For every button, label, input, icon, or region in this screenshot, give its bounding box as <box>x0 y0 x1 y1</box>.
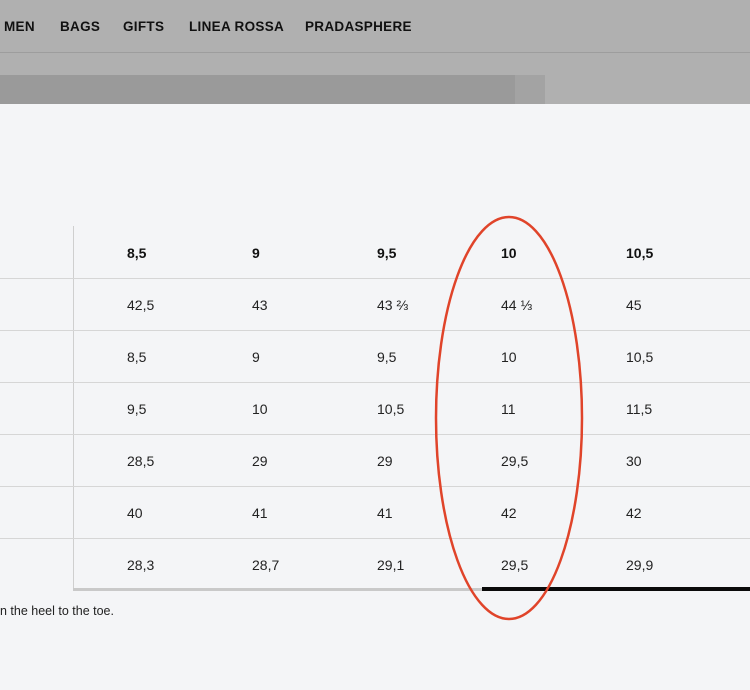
table-cell: 43 ⅔ <box>377 297 409 313</box>
table-row-divider <box>0 486 750 487</box>
table-cell: 11 <box>501 401 516 417</box>
table-header-cell: 9 <box>252 245 260 261</box>
table-cell: 28,3 <box>127 557 155 573</box>
table-cell: 30 <box>626 453 642 469</box>
table-cell: 41 <box>377 505 393 521</box>
size-conversion-table: 8,5 9 9,5 10 10,5 42,5 43 43 ⅔ 44 ⅓ 45 8… <box>0 226 750 596</box>
table-row-divider <box>0 434 750 435</box>
table-cell: 45 <box>626 297 642 313</box>
table-header-cell: 10 <box>501 245 517 261</box>
table-cell: 10,5 <box>626 349 654 365</box>
table-cell: 29,5 <box>501 557 529 573</box>
table-row-divider <box>0 330 750 331</box>
table-cell: 43 <box>252 297 268 313</box>
table-header-cell: 8,5 <box>127 245 147 261</box>
top-navigation: MEN BAGS GIFTS LINEA ROSSA PRADASPHERE <box>0 0 750 53</box>
table-cell: 10 <box>501 349 517 365</box>
table-cell: 8,5 <box>127 349 147 365</box>
table-cell: 28,5 <box>127 453 155 469</box>
table-row-divider <box>0 538 750 539</box>
measurement-footnote: n the heel to the toe. <box>0 604 114 618</box>
table-cell: 42,5 <box>127 297 155 313</box>
search-bar[interactable] <box>0 75 545 104</box>
table-cell: 29,9 <box>626 557 654 573</box>
table-cell: 42 <box>626 505 642 521</box>
table-cell: 42 <box>501 505 517 521</box>
table-cell: 40 <box>127 505 143 521</box>
table-row-divider <box>0 382 750 383</box>
nav-item-bags[interactable]: BAGS <box>60 19 100 34</box>
table-cell: 9,5 <box>377 349 397 365</box>
table-cell: 9 <box>252 349 260 365</box>
table-cell: 10 <box>252 401 268 417</box>
table-cell: 29,1 <box>377 557 405 573</box>
table-cell: 29 <box>377 453 393 469</box>
horizontal-scrollbar-thumb[interactable] <box>482 587 750 591</box>
table-cell: 29 <box>252 453 268 469</box>
table-column-divider <box>73 226 74 590</box>
table-cell: 9,5 <box>127 401 147 417</box>
table-cell: 11,5 <box>626 401 653 417</box>
horizontal-scrollbar-track[interactable] <box>73 588 482 591</box>
table-cell: 29,5 <box>501 453 529 469</box>
table-row-divider <box>0 278 750 279</box>
nav-item-men[interactable]: MEN <box>4 19 35 34</box>
nav-item-pradasphere[interactable]: PRADASPHERE <box>305 19 412 34</box>
table-cell: 44 ⅓ <box>501 297 533 313</box>
nav-item-gifts[interactable]: GIFTS <box>123 19 164 34</box>
table-cell: 41 <box>252 505 268 521</box>
table-header-cell: 9,5 <box>377 245 397 261</box>
table-cell: 10,5 <box>377 401 405 417</box>
nav-item-linea-rossa[interactable]: LINEA ROSSA <box>189 19 284 34</box>
search-bar-corner <box>515 75 545 104</box>
table-cell: 28,7 <box>252 557 280 573</box>
table-header-cell: 10,5 <box>626 245 654 261</box>
